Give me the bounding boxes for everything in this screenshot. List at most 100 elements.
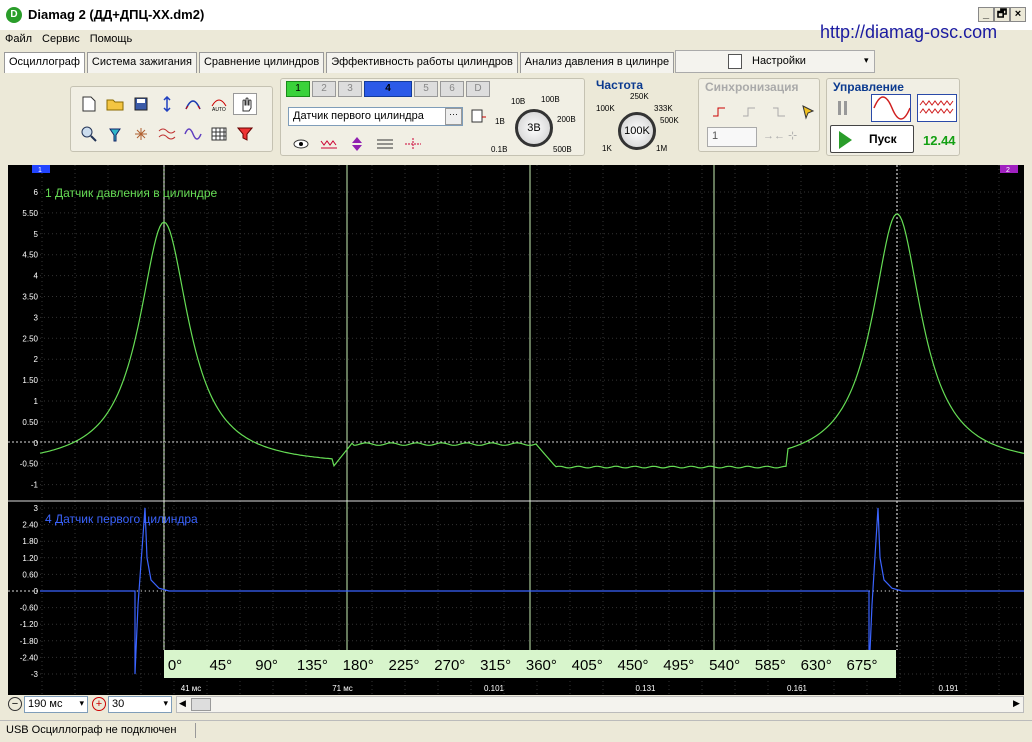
oscilloscope-display[interactable]: 6 5.50 5 4.50 4 3.50 3 2.50 2 1.50 1 0.50 0 -0.50 -1 3… (8, 165, 1024, 695)
freq-label: 500K (660, 116, 679, 125)
ch4-tick-label: -1.80 (20, 637, 39, 646)
ch1-tick-label: -0.50 (20, 460, 39, 469)
save-icon[interactable] (129, 93, 153, 115)
ch1-tick-label: 1.50 (22, 376, 38, 385)
offset-icon[interactable] (401, 133, 425, 155)
hand-pointer-icon[interactable] (233, 93, 257, 115)
grid-icon[interactable] (207, 123, 231, 145)
sensor-select[interactable]: Датчик первого цилиндра (288, 107, 463, 126)
ch4-tick-label: 0 (34, 587, 39, 596)
cross-icon[interactable] (129, 123, 153, 145)
degree-label: 270° (434, 657, 465, 674)
timebase-select[interactable]: 190 мс ▾ (24, 696, 88, 713)
sync-rising-icon[interactable] (707, 101, 731, 123)
count-select[interactable]: 30 ▾ (108, 696, 172, 713)
frequency-title: Частота (596, 78, 644, 92)
tab-pressure-analysis[interactable]: Анализ давления в цилинре (519, 52, 675, 73)
channel-2-button[interactable]: 2 (312, 81, 336, 97)
ch1-tick-label: 0 (34, 439, 39, 448)
channel-6-button[interactable]: 6 (440, 81, 464, 97)
ch4-tick-label: -3 (31, 670, 39, 679)
noise-filter-icon[interactable] (317, 133, 341, 155)
filter-icon[interactable] (233, 123, 257, 145)
timebase-unit: мс (49, 698, 63, 710)
multi-wave-icon[interactable] (155, 123, 179, 145)
continuous-wave-button[interactable] (917, 94, 957, 122)
tab-cylinder-compare[interactable]: Сравнение цилиндров (198, 52, 325, 73)
open-folder-icon[interactable] (103, 93, 127, 115)
scroll-left-icon[interactable]: ◀ (179, 698, 186, 709)
sensor-browse-button[interactable]: ··· (445, 108, 462, 125)
auto-icon[interactable]: AUTO (207, 93, 231, 115)
menu-bar: Файл Сервис Помощь (0, 30, 1032, 50)
degree-label: 405° (572, 657, 603, 674)
settings-icon (728, 54, 742, 69)
start-label: Пуск (869, 132, 897, 146)
ch4-tick-label: -2.40 (20, 653, 39, 662)
zoom-icon[interactable] (77, 123, 101, 145)
probe-settings-icon[interactable] (469, 107, 487, 130)
ch1-tick-label: 6 (34, 188, 39, 197)
voltage-knob-dial[interactable]: 3В (515, 109, 553, 147)
time-label: 41 мс (181, 684, 202, 693)
menu-service[interactable]: Сервис (37, 30, 85, 48)
timebase-value: 190 (28, 698, 47, 710)
ch4-tick-label: 2.40 (22, 521, 38, 530)
sync-edge-up-icon[interactable] (737, 101, 761, 123)
ch1-tick-label: 5.50 (22, 209, 38, 218)
knob-label: 200В (557, 115, 576, 124)
close-button[interactable]: × (1010, 7, 1026, 22)
invert-icon[interactable] (345, 133, 369, 155)
new-file-icon[interactable] (77, 93, 101, 115)
ch1-tick-label: 1 (34, 397, 39, 406)
restore-button[interactable]: 🗗 (994, 7, 1010, 22)
single-wave-button[interactable] (871, 94, 911, 122)
freq-label: 100K (596, 104, 615, 113)
tab-cylinder-efficiency[interactable]: Эффективность работы цилиндров (326, 52, 518, 73)
toolbar: AUTO 1 2 3 4 5 6 D Датчик первого цилинд… (0, 74, 1032, 162)
degree-label: 225° (388, 657, 419, 674)
degree-label: 360° (526, 657, 557, 674)
channel-1-button[interactable]: 1 (286, 81, 310, 97)
scroll-right-icon[interactable]: ▶ (1013, 698, 1020, 709)
ch4-tick-label: 1.80 (22, 537, 38, 546)
tab-ignition-system[interactable]: Система зажигания (86, 52, 197, 73)
menu-help[interactable]: Помощь (85, 30, 138, 48)
settings-dropdown[interactable]: Настройки ▾ (675, 50, 875, 73)
degree-label: 630° (801, 657, 832, 674)
window-title: Diamag 2 (ДД+ДПЦ-XX.dm2) (28, 7, 205, 22)
menu-file[interactable]: Файл (0, 30, 37, 48)
eye-icon[interactable] (289, 133, 313, 155)
channel-panel: 1 2 3 4 5 6 D Датчик первого цилиндра ··… (280, 78, 585, 156)
channel-d-button[interactable]: D (466, 81, 490, 97)
zoom-out-icon[interactable]: − (8, 697, 22, 711)
voltage-knob[interactable]: 10В 100В 1В 200В 0.1В 500В 3В (491, 79, 586, 157)
wave-arrows-icon[interactable] (181, 93, 205, 115)
scroll-thumb[interactable] (191, 698, 211, 711)
frequency-knob-dial[interactable]: 100K (618, 112, 656, 150)
pause-icon[interactable] (835, 99, 851, 120)
channel-3-button[interactable]: 3 (338, 81, 362, 97)
start-button[interactable]: Пуск (830, 125, 914, 153)
zoom-in-icon[interactable]: + (92, 697, 106, 711)
probe-icon[interactable] (103, 123, 127, 145)
minimize-button[interactable]: _ (978, 7, 994, 22)
sync-channel-select[interactable]: 1 (707, 127, 757, 147)
ch4-tick-label: 3 (34, 504, 39, 513)
sine-wave-icon[interactable] (181, 123, 205, 145)
channel-5-button[interactable]: 5 (414, 81, 438, 97)
ch4-tick-label: -1.20 (20, 620, 39, 629)
ch4-tick-label: -0.60 (20, 604, 39, 613)
horizontal-scrollbar[interactable]: ◀ ▶ (176, 696, 1024, 713)
channel-4-button[interactable]: 4 (364, 81, 412, 97)
sync-arrows-icon[interactable]: →← ⊹ (763, 129, 797, 142)
status-divider (195, 723, 196, 738)
degree-label: 90° (255, 657, 278, 674)
ch1-label: 1 Датчик давления в цилиндре (45, 186, 217, 200)
tab-oscilloscope[interactable]: Осциллограф (4, 52, 85, 73)
lines-icon[interactable] (373, 133, 397, 155)
sync-panel: Синхронизация 1 →← ⊹ (698, 78, 820, 152)
sync-cursor-icon[interactable] (797, 101, 821, 123)
sync-edge-down-icon[interactable] (767, 101, 791, 123)
vertical-scale-icon[interactable] (155, 93, 179, 115)
